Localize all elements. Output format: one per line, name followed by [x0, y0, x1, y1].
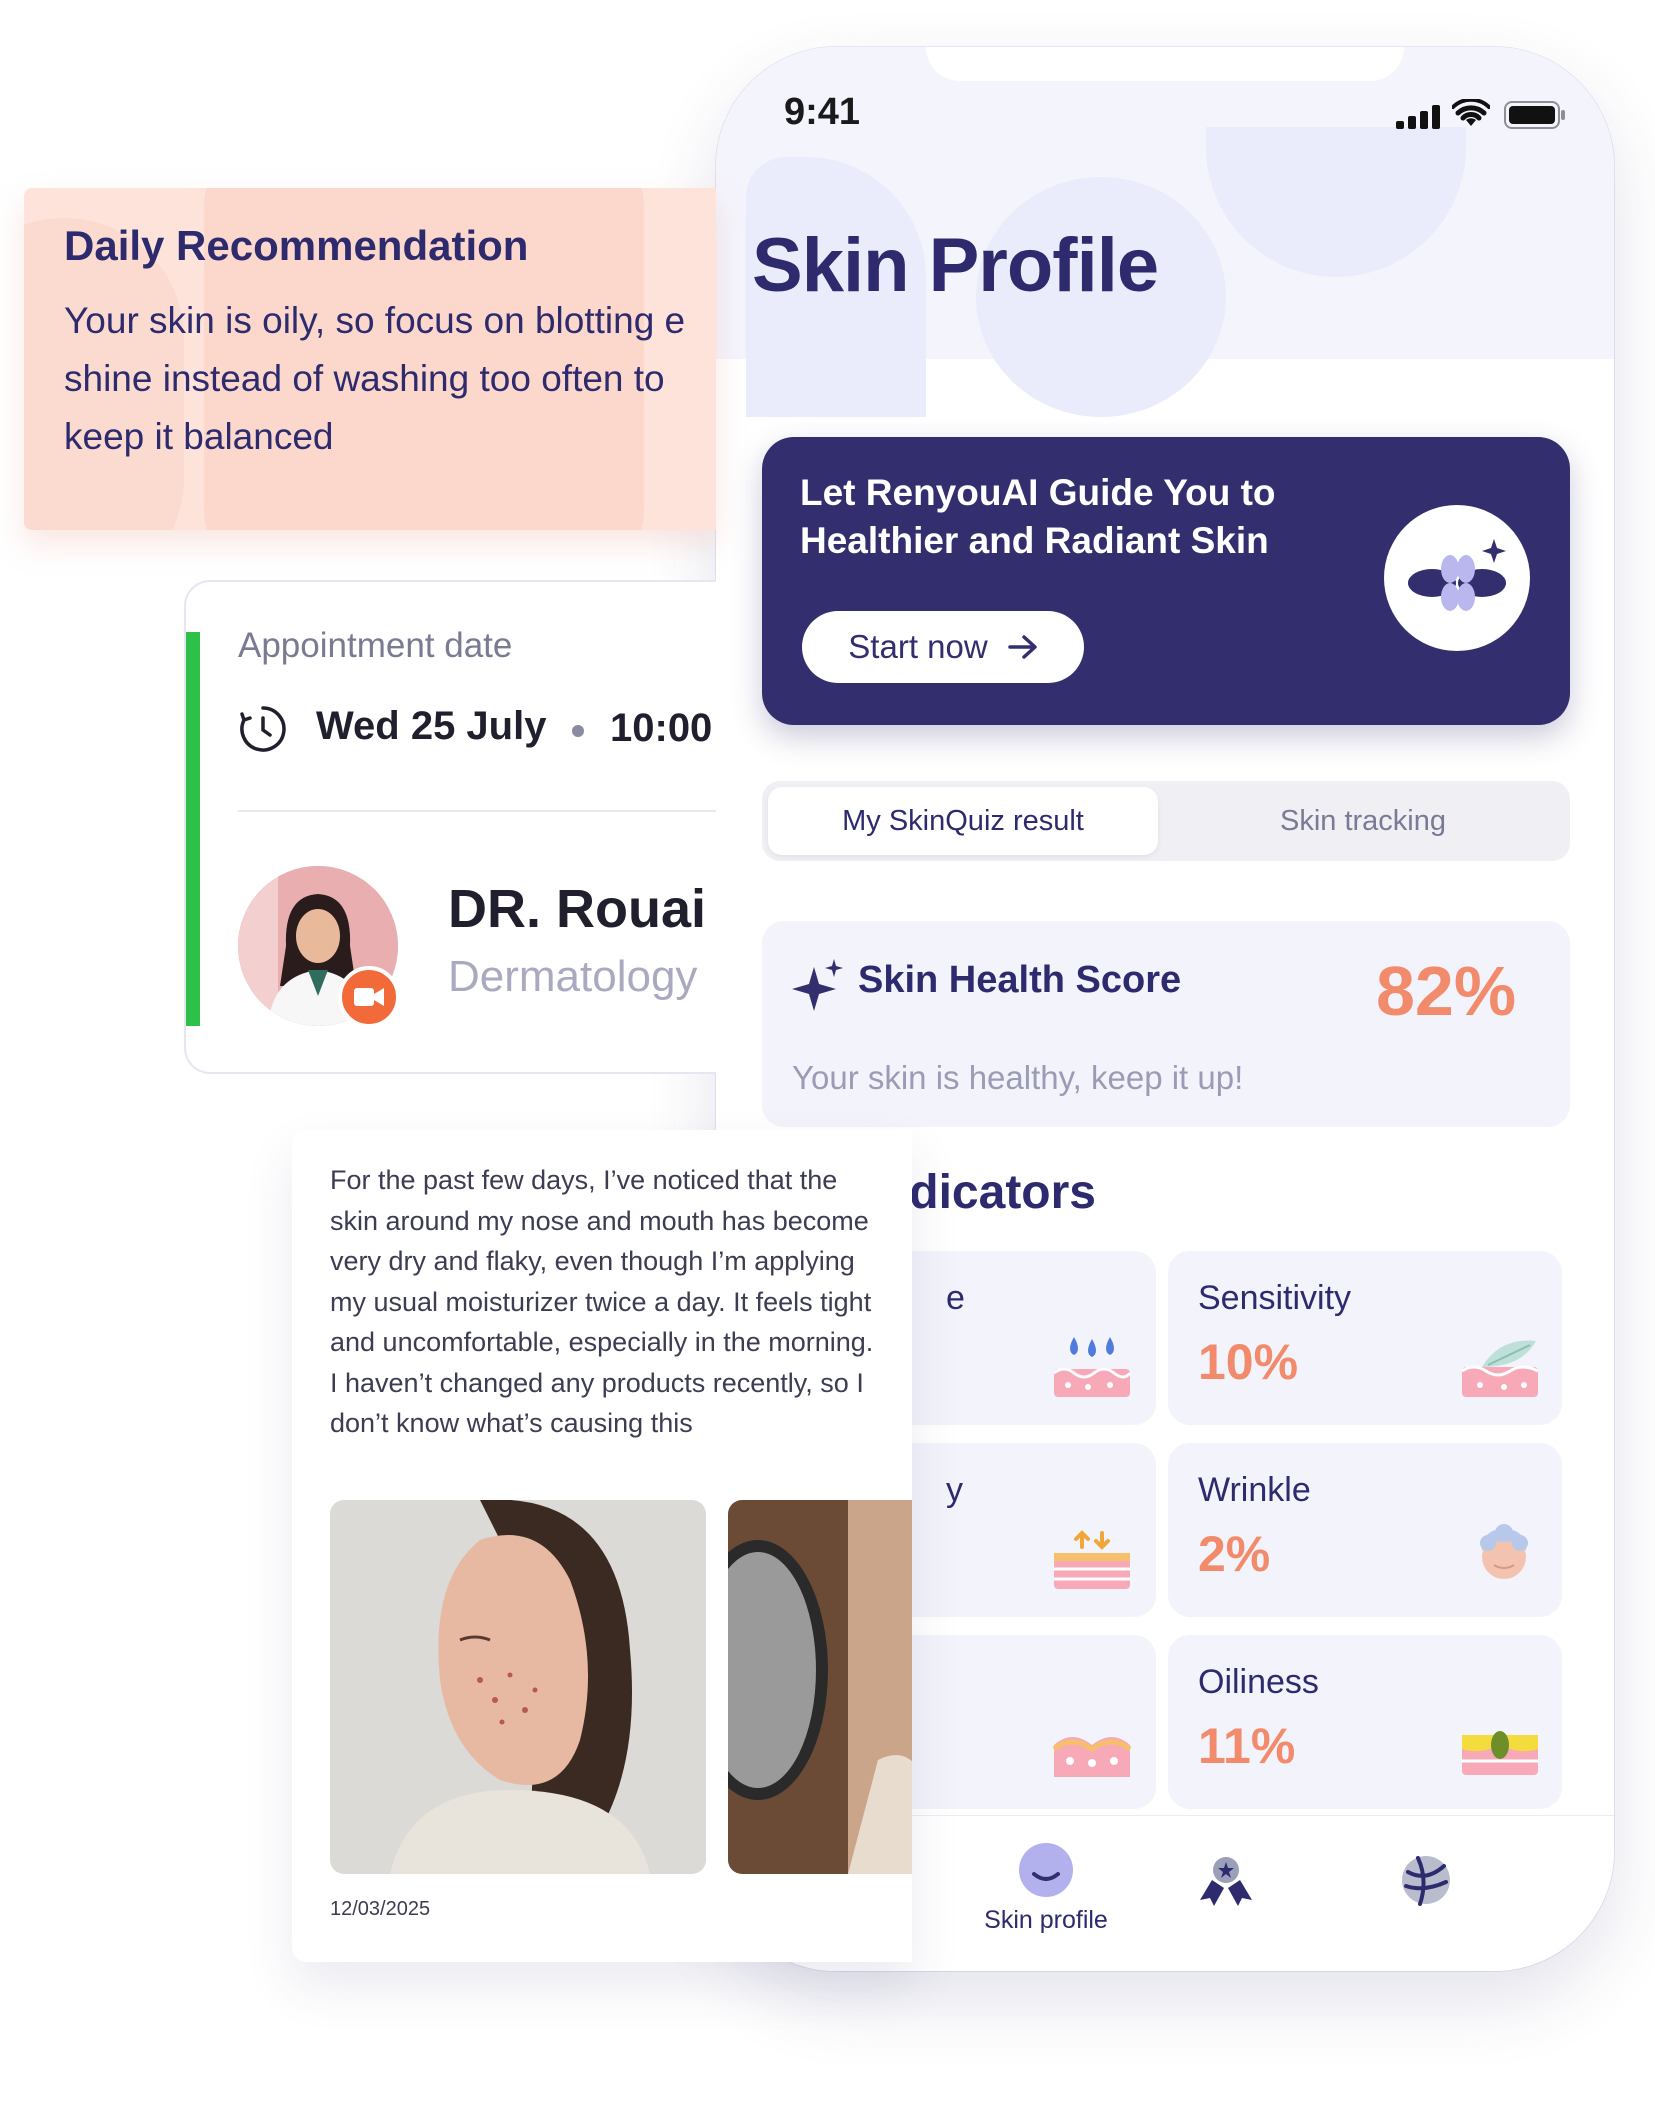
signal-icon	[1396, 105, 1440, 129]
indicator-label: Sensitivity	[1198, 1279, 1352, 1317]
indicator-value: 11%	[1198, 1718, 1296, 1774]
note-date: 12/03/2025	[330, 1898, 431, 1920]
leaf-skin-icon	[1461, 1340, 1539, 1397]
elasticity-skin-icon	[1054, 1530, 1130, 1589]
skin-photo[interactable]	[728, 1500, 912, 1874]
skin-profile-icon	[1019, 1843, 1073, 1897]
appointment-label: Appointment date	[238, 626, 513, 665]
appointment-date: Wed 25 July	[316, 704, 547, 748]
clock-icon	[240, 706, 286, 752]
separator-dot	[572, 725, 584, 737]
skin-health-score-card: Skin Health Score 82% Your skin is healt…	[762, 921, 1570, 1127]
score-title: Skin Health Score	[858, 959, 1182, 1001]
video-camera-icon	[354, 988, 384, 1006]
appointment-time: 10:00	[610, 706, 713, 750]
score-description: Your skin is healthy, keep it up!	[792, 1059, 1244, 1096]
indicator-label: Wrinkle	[1198, 1471, 1311, 1509]
arrow-right-icon	[1007, 635, 1037, 659]
result-tabs: My SkinQuiz result Skin tracking	[762, 781, 1570, 861]
indicator-label: Oiliness	[1198, 1663, 1319, 1701]
note-text: For the past few days, I’ve noticed that…	[330, 1165, 874, 1438]
indicator-label-fragment: e	[946, 1279, 965, 1317]
sparkle-icon	[792, 959, 843, 1011]
indicator-label-fragment: y	[946, 1471, 963, 1509]
tab-skin-tracking[interactable]: Skin tracking	[1162, 787, 1564, 855]
appointment-status-bar	[186, 632, 200, 1026]
recommendation-title: Daily Recommendation	[64, 222, 529, 269]
face-wrinkle-icon	[1480, 1524, 1528, 1579]
recommendation-text: Your skin is oily, so focus on blotting …	[64, 300, 686, 457]
indicator-value: 2%	[1198, 1526, 1271, 1582]
appointment-card[interactable]: Appointment date Wed 25 July 10:00 DR. R…	[184, 580, 716, 1074]
awards-icon	[1200, 1857, 1252, 1906]
tracking-icon	[1402, 1856, 1450, 1906]
pores-skin-icon	[1052, 1737, 1132, 1777]
page-title: Skin Profile	[752, 223, 1159, 308]
video-call-badge[interactable]	[338, 966, 400, 1028]
start-now-button[interactable]: Start now	[802, 611, 1084, 683]
nav-skin-profile[interactable]: Skin profile	[966, 1840, 1126, 1935]
status-time: 9:41	[784, 91, 861, 133]
tab-skinquiz-result[interactable]: My SkinQuiz result	[768, 787, 1158, 855]
doctor-specialty: Dermatology	[448, 952, 698, 1001]
banner-text: Let RenyouAI Guide You to Healthier and …	[800, 472, 1276, 561]
mirror-photo	[728, 1500, 912, 1874]
wifi-icon	[1452, 99, 1490, 126]
divider	[238, 810, 716, 812]
daily-recommendation-card: Daily Recommendation Your skin is oily, …	[24, 188, 716, 530]
battery-icon	[1504, 101, 1565, 129]
skin-note-card: For the past few days, I’ve noticed that…	[292, 1130, 912, 1962]
doctor-name: DR. Rouai I	[448, 879, 716, 939]
indicator-card-oiliness[interactable]: Oiliness 11%	[1168, 1635, 1562, 1809]
skin-photo[interactable]	[330, 1500, 706, 1874]
score-value: 82%	[1376, 952, 1517, 1030]
indicator-value: 10%	[1198, 1334, 1299, 1390]
water-drops-skin-icon	[1053, 1337, 1132, 1397]
acne-face-photo	[330, 1500, 706, 1874]
indicator-card-wrinkle[interactable]: Wrinkle 2%	[1168, 1443, 1562, 1617]
phone-notch	[926, 47, 1404, 81]
sparkle-logo-icon	[1408, 539, 1506, 611]
nav-tracking[interactable]	[1386, 1852, 1466, 1908]
nav-skin-profile-label: Skin profile	[984, 1906, 1108, 1934]
start-now-label: Start now	[848, 628, 988, 665]
indicator-card-sensitivity[interactable]: Sensitivity 10%	[1168, 1251, 1562, 1425]
nav-awards[interactable]	[1186, 1852, 1266, 1908]
oil-skin-icon	[1462, 1731, 1538, 1775]
guide-banner: Let RenyouAI Guide You to Healthier and …	[762, 437, 1570, 725]
renyou-logo	[1384, 505, 1530, 651]
